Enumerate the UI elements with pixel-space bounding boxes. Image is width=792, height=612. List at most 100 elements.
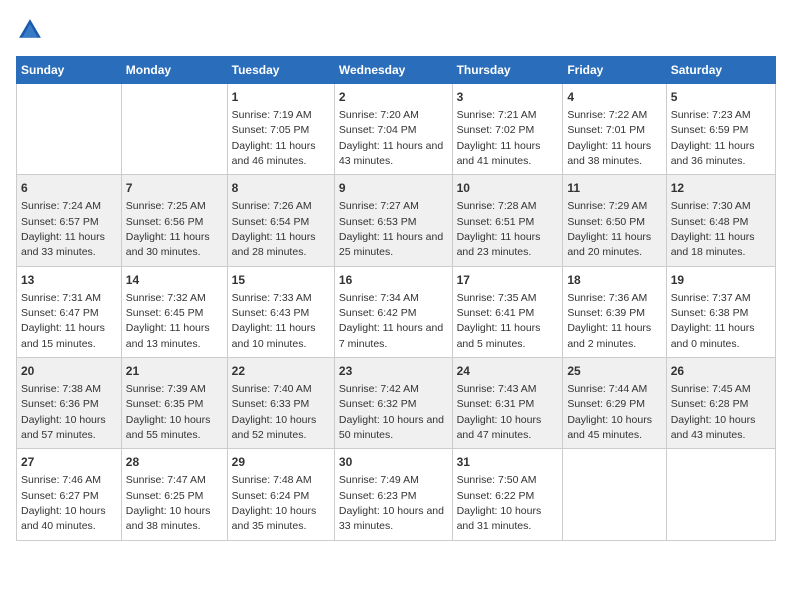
calendar-cell: 1 Sunrise: 7:19 AM Sunset: 7:05 PM Daylig… <box>227 84 334 175</box>
calendar-cell: 23 Sunrise: 7:42 AM Sunset: 6:32 PM Dayli… <box>334 358 452 449</box>
day-info: Sunrise: 7:19 AM Sunset: 7:05 PM Dayligh… <box>232 109 316 167</box>
day-info: Sunrise: 7:25 AM Sunset: 6:56 PM Dayligh… <box>126 200 210 258</box>
calendar-cell: 26 Sunrise: 7:45 AM Sunset: 6:28 PM Dayli… <box>666 358 775 449</box>
day-number: 9 <box>339 180 448 197</box>
day-info: Sunrise: 7:29 AM Sunset: 6:50 PM Dayligh… <box>567 200 651 258</box>
calendar-cell: 31 Sunrise: 7:50 AM Sunset: 6:22 PM Dayli… <box>452 449 563 540</box>
day-info: Sunrise: 7:45 AM Sunset: 6:28 PM Dayligh… <box>671 383 756 441</box>
day-number: 21 <box>126 363 223 380</box>
day-info: Sunrise: 7:40 AM Sunset: 6:33 PM Dayligh… <box>232 383 317 441</box>
week-row-1: 1 Sunrise: 7:19 AM Sunset: 7:05 PM Daylig… <box>17 84 776 175</box>
day-number: 20 <box>21 363 117 380</box>
calendar-cell: 19 Sunrise: 7:37 AM Sunset: 6:38 PM Dayli… <box>666 266 775 357</box>
week-row-3: 13 Sunrise: 7:31 AM Sunset: 6:47 PM Dayli… <box>17 266 776 357</box>
calendar-table: SundayMondayTuesdayWednesdayThursdayFrid… <box>16 56 776 541</box>
day-number: 31 <box>457 454 559 471</box>
day-number: 18 <box>567 272 661 289</box>
day-info: Sunrise: 7:30 AM Sunset: 6:48 PM Dayligh… <box>671 200 755 258</box>
calendar-cell: 24 Sunrise: 7:43 AM Sunset: 6:31 PM Dayli… <box>452 358 563 449</box>
calendar-cell <box>17 84 122 175</box>
calendar-cell: 22 Sunrise: 7:40 AM Sunset: 6:33 PM Dayli… <box>227 358 334 449</box>
day-info: Sunrise: 7:48 AM Sunset: 6:24 PM Dayligh… <box>232 474 317 532</box>
day-info: Sunrise: 7:20 AM Sunset: 7:04 PM Dayligh… <box>339 109 443 167</box>
day-number: 24 <box>457 363 559 380</box>
day-number: 15 <box>232 272 330 289</box>
column-header-thursday: Thursday <box>452 57 563 84</box>
calendar-cell: 2 Sunrise: 7:20 AM Sunset: 7:04 PM Daylig… <box>334 84 452 175</box>
day-number: 6 <box>21 180 117 197</box>
day-number: 19 <box>671 272 771 289</box>
calendar-cell: 29Sunrise: 7:48 AM Sunset: 6:24 PM Dayli… <box>227 449 334 540</box>
calendar-cell: 16 Sunrise: 7:34 AM Sunset: 6:42 PM Dayli… <box>334 266 452 357</box>
day-number: 13 <box>21 272 117 289</box>
day-info: Sunrise: 7:38 AM Sunset: 6:36 PM Dayligh… <box>21 383 106 441</box>
day-info: Sunrise: 7:22 AM Sunset: 7:01 PM Dayligh… <box>567 109 651 167</box>
day-info: Sunrise: 7:27 AM Sunset: 6:53 PM Dayligh… <box>339 200 443 258</box>
calendar-cell: 20 Sunrise: 7:38 AM Sunset: 6:36 PM Dayli… <box>17 358 122 449</box>
day-number: 16 <box>339 272 448 289</box>
day-info: Sunrise: 7:49 AM Sunset: 6:23 PM Dayligh… <box>339 474 444 532</box>
day-info: Sunrise: 7:26 AM Sunset: 6:54 PM Dayligh… <box>232 200 316 258</box>
column-header-monday: Monday <box>121 57 227 84</box>
day-info: Sunrise: 7:42 AM Sunset: 6:32 PM Dayligh… <box>339 383 444 441</box>
day-number: 2 <box>339 89 448 106</box>
calendar-cell: 18 Sunrise: 7:36 AM Sunset: 6:39 PM Dayli… <box>563 266 666 357</box>
calendar-cell: 4 Sunrise: 7:22 AM Sunset: 7:01 PM Daylig… <box>563 84 666 175</box>
calendar-cell: 15 Sunrise: 7:33 AM Sunset: 6:43 PM Dayli… <box>227 266 334 357</box>
week-row-4: 20 Sunrise: 7:38 AM Sunset: 6:36 PM Dayli… <box>17 358 776 449</box>
day-number: 12 <box>671 180 771 197</box>
day-info: Sunrise: 7:28 AM Sunset: 6:51 PM Dayligh… <box>457 200 541 258</box>
calendar-cell: 12 Sunrise: 7:30 AM Sunset: 6:48 PM Dayli… <box>666 175 775 266</box>
day-info: Sunrise: 7:43 AM Sunset: 6:31 PM Dayligh… <box>457 383 542 441</box>
day-number: 3 <box>457 89 559 106</box>
column-header-wednesday: Wednesday <box>334 57 452 84</box>
calendar-cell: 6Sunrise: 7:24 AM Sunset: 6:57 PM Daylig… <box>17 175 122 266</box>
day-info: Sunrise: 7:47 AM Sunset: 6:25 PM Dayligh… <box>126 474 211 532</box>
week-row-5: 27Sunrise: 7:46 AM Sunset: 6:27 PM Dayli… <box>17 449 776 540</box>
logo <box>16 16 48 44</box>
day-info: Sunrise: 7:34 AM Sunset: 6:42 PM Dayligh… <box>339 292 443 350</box>
calendar-cell: 9 Sunrise: 7:27 AM Sunset: 6:53 PM Daylig… <box>334 175 452 266</box>
day-number: 23 <box>339 363 448 380</box>
calendar-cell <box>563 449 666 540</box>
week-row-2: 6Sunrise: 7:24 AM Sunset: 6:57 PM Daylig… <box>17 175 776 266</box>
day-number: 5 <box>671 89 771 106</box>
day-number: 30 <box>339 454 448 471</box>
column-header-saturday: Saturday <box>666 57 775 84</box>
day-info: Sunrise: 7:32 AM Sunset: 6:45 PM Dayligh… <box>126 292 210 350</box>
day-number: 4 <box>567 89 661 106</box>
calendar-cell: 5Sunrise: 7:23 AM Sunset: 6:59 PM Daylig… <box>666 84 775 175</box>
day-number: 22 <box>232 363 330 380</box>
calendar-cell: 7 Sunrise: 7:25 AM Sunset: 6:56 PM Daylig… <box>121 175 227 266</box>
column-header-tuesday: Tuesday <box>227 57 334 84</box>
day-info: Sunrise: 7:37 AM Sunset: 6:38 PM Dayligh… <box>671 292 755 350</box>
calendar-header-row: SundayMondayTuesdayWednesdayThursdayFrid… <box>17 57 776 84</box>
day-number: 28 <box>126 454 223 471</box>
day-number: 26 <box>671 363 771 380</box>
calendar-cell: 3 Sunrise: 7:21 AM Sunset: 7:02 PM Daylig… <box>452 84 563 175</box>
logo-icon <box>16 16 44 44</box>
day-info: Sunrise: 7:21 AM Sunset: 7:02 PM Dayligh… <box>457 109 541 167</box>
day-number: 10 <box>457 180 559 197</box>
calendar-cell: 30 Sunrise: 7:49 AM Sunset: 6:23 PM Dayli… <box>334 449 452 540</box>
calendar-cell: 17Sunrise: 7:35 AM Sunset: 6:41 PM Dayli… <box>452 266 563 357</box>
calendar-cell: 8 Sunrise: 7:26 AM Sunset: 6:54 PM Daylig… <box>227 175 334 266</box>
day-info: Sunrise: 7:31 AM Sunset: 6:47 PM Dayligh… <box>21 292 105 350</box>
calendar-cell <box>666 449 775 540</box>
calendar-cell: 25Sunrise: 7:44 AM Sunset: 6:29 PM Dayli… <box>563 358 666 449</box>
day-number: 7 <box>126 180 223 197</box>
day-number: 17 <box>457 272 559 289</box>
day-info: Sunrise: 7:50 AM Sunset: 6:22 PM Dayligh… <box>457 474 542 532</box>
day-number: 1 <box>232 89 330 106</box>
calendar-cell: 13 Sunrise: 7:31 AM Sunset: 6:47 PM Dayli… <box>17 266 122 357</box>
day-number: 14 <box>126 272 223 289</box>
day-info: Sunrise: 7:44 AM Sunset: 6:29 PM Dayligh… <box>567 383 652 441</box>
day-number: 27 <box>21 454 117 471</box>
calendar-cell: 28 Sunrise: 7:47 AM Sunset: 6:25 PM Dayli… <box>121 449 227 540</box>
calendar-cell: 10 Sunrise: 7:28 AM Sunset: 6:51 PM Dayli… <box>452 175 563 266</box>
day-number: 8 <box>232 180 330 197</box>
day-info: Sunrise: 7:36 AM Sunset: 6:39 PM Dayligh… <box>567 292 651 350</box>
day-number: 11 <box>567 180 661 197</box>
day-info: Sunrise: 7:33 AM Sunset: 6:43 PM Dayligh… <box>232 292 316 350</box>
day-info: Sunrise: 7:39 AM Sunset: 6:35 PM Dayligh… <box>126 383 211 441</box>
